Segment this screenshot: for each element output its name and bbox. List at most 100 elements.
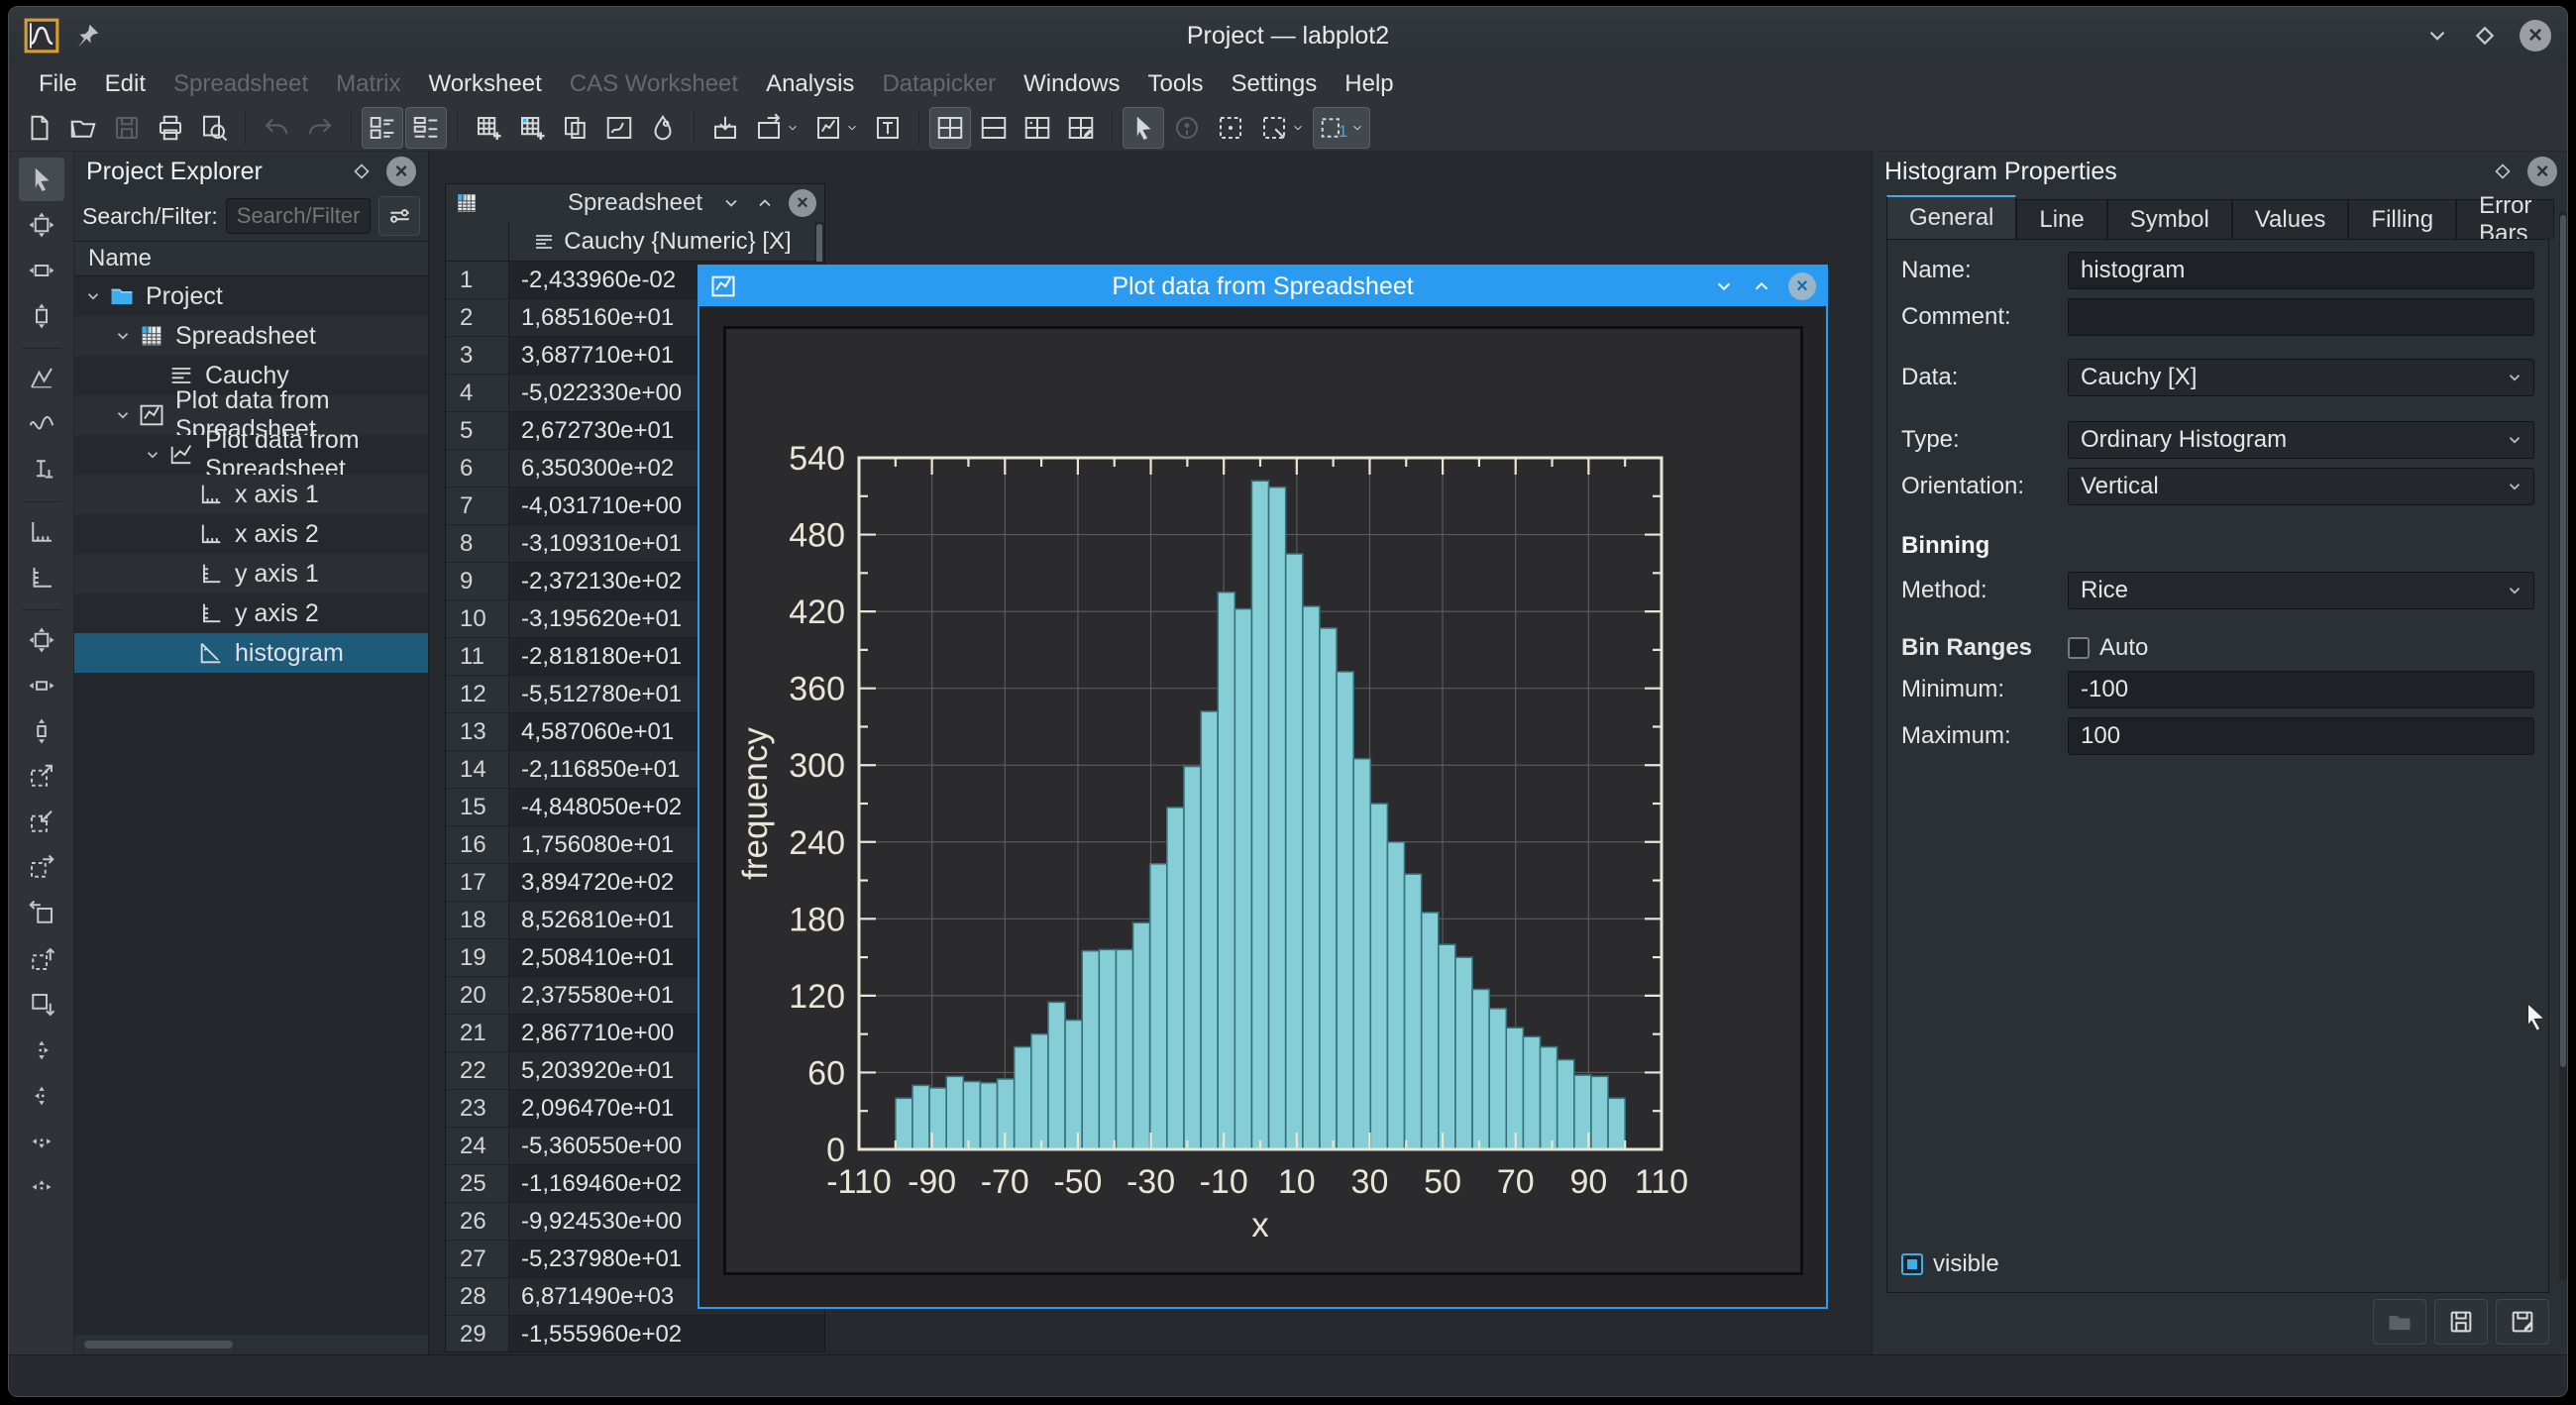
row-number[interactable]: 6 [446,450,509,487]
spreadsheet-titlebar[interactable]: Spreadsheet × [446,184,824,222]
shade-up-icon[interactable] [1751,275,1772,297]
zoom-select-button[interactable] [1210,107,1251,149]
row-number[interactable]: 26 [446,1203,509,1241]
new-worksheet-button[interactable] [807,107,865,149]
row-number[interactable]: 2 [446,299,509,337]
tab-general[interactable]: General [1886,195,2016,239]
shift-up-y-button[interactable] [19,1165,64,1209]
zoom-fit-x-button[interactable] [19,664,64,707]
print-preview-button[interactable] [193,107,235,149]
name-field[interactable] [2068,252,2534,289]
visible-checkbox[interactable] [1901,1253,1923,1275]
magnifier-1-button[interactable]: 1 [1313,107,1370,149]
add-legend-button[interactable] [19,448,64,491]
minimum-field[interactable] [2068,671,2534,708]
zoom-fit-y-button[interactable] [19,709,64,753]
shift-left-x-button[interactable] [19,1074,64,1118]
row-number[interactable]: 17 [446,864,509,902]
expander-icon[interactable] [114,406,132,424]
row-number[interactable]: 9 [446,563,509,600]
spreadsheet-close-button[interactable]: × [789,189,816,217]
menu-file[interactable]: File [27,66,89,102]
row-number[interactable]: 18 [446,902,509,939]
row-number[interactable]: 16 [446,826,509,864]
row-number[interactable]: 25 [446,1165,509,1203]
menu-worksheet[interactable]: Worksheet [416,66,553,102]
row-number[interactable]: 4 [446,375,509,412]
zoom-draw-button[interactable] [1253,107,1311,149]
plot-close-button[interactable]: × [1788,272,1816,300]
row-number[interactable]: 28 [446,1278,509,1316]
row-number[interactable]: 22 [446,1052,509,1090]
tree-item-y-axis-2[interactable]: y axis 2 [74,594,428,633]
zoom-x-right-button[interactable] [19,846,64,890]
zoom-fit-button[interactable] [19,618,64,662]
sheet-corner[interactable] [446,222,509,261]
row-number[interactable]: 20 [446,977,509,1015]
sheet-vertical-scrollbar[interactable] [814,222,824,261]
new-plot-button[interactable] [598,107,640,149]
scale-auto-button[interactable] [19,203,64,247]
properties-scrollbar[interactable] [2559,211,2567,1281]
add-x-axis-button[interactable] [19,510,64,554]
histogram-chart[interactable]: -110-90-70-50-30-10103050709011006012018… [723,326,1803,1275]
menu-edit[interactable]: Edit [93,66,158,102]
zoom-x-left-button[interactable] [19,892,64,935]
new-datapicker-button[interactable] [642,107,684,149]
tree-item-x-axis-1[interactable]: x axis 1 [74,475,428,514]
save-template-button[interactable] [2434,1299,2488,1345]
cursor-button[interactable] [19,158,64,201]
row-number[interactable]: 27 [446,1241,509,1278]
zoom-y-down-button[interactable] [19,983,64,1027]
add-curve-button[interactable] [19,357,64,400]
float-dock-icon[interactable] [2492,161,2514,182]
new-workbook-button[interactable] [555,107,596,149]
scale-auto-x-button[interactable] [19,249,64,292]
new-matrix-button[interactable] [511,107,553,149]
redo-button[interactable] [299,107,341,149]
tab-error-bars[interactable]: Error Bars [2456,199,2554,239]
zoom-in-selection-button[interactable] [19,755,64,799]
expander-icon[interactable] [84,287,102,305]
document-print-button[interactable] [150,107,191,149]
orientation-combobox[interactable]: Vertical [2068,468,2534,505]
import-project-button[interactable] [748,107,805,149]
maximum-field[interactable] [2068,717,2534,755]
import-file-button[interactable] [704,107,746,149]
data-combobox[interactable]: Cauchy [X] [2068,359,2534,396]
tree-item-project[interactable]: Project [74,276,428,316]
row-number[interactable]: 5 [446,412,509,450]
plot-titlebar[interactable]: Plot data from Spreadsheet × [699,267,1826,306]
row-number[interactable]: 1 [446,262,509,299]
cell-value[interactable]: -1,555960e+02 [509,1316,824,1351]
row-number[interactable]: 8 [446,525,509,563]
shift-down-y-button[interactable] [19,1120,64,1163]
explorer-horizontal-scrollbar[interactable] [84,1341,233,1349]
new-spreadsheet-button[interactable] [468,107,509,149]
row-number[interactable]: 23 [446,1090,509,1128]
shade-down-icon[interactable] [721,193,741,213]
menu-help[interactable]: Help [1333,66,1405,102]
minimize-button[interactable] [2424,23,2450,49]
layout-edit-button[interactable] [1060,107,1102,149]
load-template-button[interactable] [2373,1299,2426,1345]
binning-method-combobox[interactable]: Rice [2068,572,2534,609]
zoom-y-up-button[interactable] [19,937,64,981]
panel-left-button[interactable] [362,107,403,149]
tree-item-x-axis-2[interactable]: x axis 2 [74,514,428,554]
document-save-button[interactable] [106,107,148,149]
document-new-button[interactable] [19,107,60,149]
row-number[interactable]: 10 [446,600,509,638]
tab-values[interactable]: Values [2232,199,2349,239]
panel-right-button[interactable] [405,107,447,149]
layout-tiled-button[interactable] [929,107,971,149]
expander-icon[interactable] [114,327,132,345]
scale-auto-y-button[interactable] [19,294,64,338]
close-button[interactable]: × [2520,20,2551,52]
tab-symbol[interactable]: Symbol [2107,199,2232,239]
undo-button[interactable] [256,107,297,149]
zoom-out-selection-button[interactable] [19,801,64,844]
maximize-button[interactable] [2472,23,2498,49]
float-dock-icon[interactable] [351,161,373,182]
close-dock-button[interactable]: × [2527,157,2557,186]
